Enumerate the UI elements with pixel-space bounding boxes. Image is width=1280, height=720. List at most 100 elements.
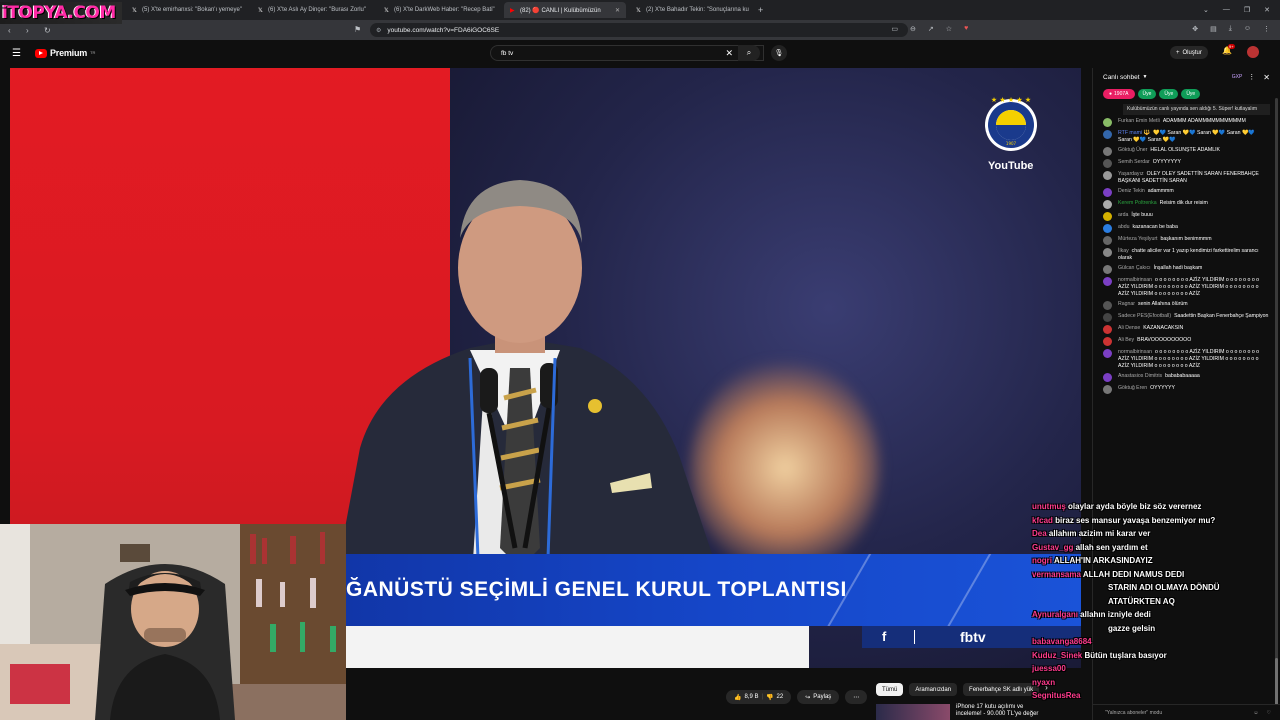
star-icon[interactable]: ☆ [946, 25, 952, 33]
chat-message[interactable]: Anastasios Dimitris babababaaaaa [1103, 372, 1270, 382]
member-badge[interactable]: Üye [1137, 89, 1157, 99]
install-icon[interactable]: ▭ [891, 25, 898, 33]
chat-author[interactable]: abdu [1118, 224, 1130, 230]
new-tab-icon[interactable]: + [758, 5, 763, 15]
avatar[interactable] [1103, 170, 1112, 180]
avatar[interactable] [1103, 312, 1112, 322]
chat-message[interactable]: Ragnar senin Allahına ölürüm [1103, 300, 1270, 310]
back-icon[interactable]: ‹ [8, 26, 18, 35]
tab-2[interactable]: 𝕏 (6) X'te Aslı Ay Dinçer: "Burası Zorlu" [252, 2, 374, 18]
chat-message[interactable]: Deniz Tekin adammmm [1103, 187, 1270, 197]
hamburger-menu-icon[interactable]: ☰ [12, 48, 21, 59]
forward-icon[interactable]: › [26, 26, 36, 35]
avatar[interactable] [1103, 336, 1112, 346]
account-avatar[interactable] [1247, 46, 1259, 58]
avatar[interactable] [1103, 146, 1112, 156]
chat-author[interactable]: RTF mami 🔱 [1118, 130, 1150, 136]
recommended-video[interactable]: iPhone 17 kutu açılımı ve inceleme! - 90… [876, 704, 1038, 720]
member-badge[interactable]: Üye [1159, 89, 1179, 99]
reload-icon[interactable]: ↻ [44, 26, 54, 35]
chat-message[interactable]: normalbirinsan o o o o o o o o AZİZ YILDI… [1103, 348, 1270, 370]
avatar[interactable] [1103, 199, 1112, 209]
chat-author[interactable]: Semih Serdar [1118, 159, 1150, 165]
chat-scrollbar-thumb[interactable] [1275, 658, 1278, 708]
chat-scrollbar[interactable] [1275, 98, 1278, 708]
chat-author[interactable]: Mürteza Yeşilyurt [1118, 236, 1158, 242]
download-icon[interactable]: ⤓ [1229, 25, 1232, 33]
minimize-icon[interactable]: — [1223, 6, 1230, 14]
chat-author[interactable]: normalbirinsan [1118, 349, 1152, 355]
chat-author[interactable]: Ali Dense [1118, 325, 1140, 331]
chat-author[interactable]: Ragnar [1118, 301, 1135, 307]
chip-all[interactable]: Tümü [876, 683, 904, 696]
zoom-icon[interactable]: ⊖ [910, 25, 916, 33]
share-icon[interactable]: ↗ [928, 25, 934, 33]
avatar[interactable] [1103, 276, 1112, 286]
chat-author[interactable]: Furkan Emin Metli [1118, 118, 1160, 124]
recommended-thumbnail[interactable] [876, 704, 950, 720]
clear-search-icon[interactable]: ✕ [725, 48, 733, 59]
avatar[interactable] [1103, 372, 1112, 382]
chat-message[interactable]: Furkan Emin Metli ADAMMM ADAMMMMMMMMMMM [1103, 117, 1270, 127]
chat-message[interactable]: Yaşardayız OLEY OLEY SADETTİN SARAN FENER… [1103, 170, 1270, 185]
tab-5[interactable]: 𝕏 (2) X'te Bahadır Tekin: "Sonuçlarına ku [630, 2, 752, 18]
chat-message[interactable]: Gülcan Çakıcı İnşallah hadi başkam [1103, 264, 1270, 274]
search-input[interactable]: fb tv ✕ [490, 45, 764, 61]
avatar[interactable] [1103, 235, 1112, 245]
chat-menu-icon[interactable]: ⋮ [1248, 73, 1255, 81]
chat-message[interactable]: normalbirinsan o o o o o o o o AZİZ YILDI… [1103, 276, 1270, 298]
chat-message[interactable]: RTF mami 🔱 💛💙 Saran 💛💙 Saran 💛💙 Saran 💛💙 … [1103, 129, 1270, 144]
chat-author[interactable]: Göktuğ Üner [1118, 147, 1147, 153]
youtube-logo[interactable]: Premium TR [34, 48, 95, 58]
chat-author[interactable]: İlkay [1118, 248, 1129, 254]
chat-message[interactable]: Mürteza Yeşilyurt başkanım benimmmm [1103, 235, 1270, 245]
tab-4-active[interactable]: ▶ (82) 🔴 CANLI | Kulübümüzün ✕ [504, 2, 626, 18]
avatar[interactable] [1103, 223, 1112, 233]
bookmark-icon[interactable]: ⚑ [354, 25, 361, 34]
avatar[interactable] [1103, 129, 1112, 139]
heart-icon[interactable]: ♡ [1267, 710, 1271, 716]
chat-author[interactable]: Gülcan Çakıcı [1118, 265, 1151, 271]
avatar[interactable] [1103, 300, 1112, 310]
like-count[interactable]: 8,9 B [744, 694, 758, 700]
voice-search-button[interactable]: 🎙 [771, 45, 787, 61]
chat-message[interactable]: Ali Dense KAZANACAKSIN [1103, 324, 1270, 334]
extension-icon[interactable]: ♥ [964, 25, 968, 33]
tab-1[interactable]: 𝕏 (5) X'te emirhanxsi: "Bokan'ı yemeye" [126, 2, 248, 18]
gxp-badge[interactable]: GXP [1232, 74, 1243, 80]
pinned-user-badge[interactable]: ● 1907A [1103, 89, 1135, 99]
sidebar-icon[interactable]: ▤ [1210, 25, 1217, 33]
avatar[interactable] [1103, 187, 1112, 197]
create-button[interactable]: + Oluştur [1170, 46, 1208, 59]
browser-menu-icon[interactable]: ⋮ [1263, 25, 1270, 33]
chat-message[interactable]: Ali Bey BRAVOOOOOOOOOO [1103, 336, 1270, 346]
chevron-down-icon[interactable]: ▼ [1143, 74, 1148, 80]
chat-message[interactable]: Göktuğ Üner HELAL OLSUNŞTE ADAMLIK [1103, 146, 1270, 156]
chat-author[interactable]: Deniz Tekin [1118, 188, 1145, 194]
chat-author[interactable]: Göktuğ Eren [1118, 385, 1147, 391]
chat-message[interactable]: Semih Serdar OYYYYYYY [1103, 158, 1270, 168]
chat-message[interactable]: abdu kazanacan be baba [1103, 223, 1270, 233]
close-chat-icon[interactable]: ✕ [1263, 73, 1270, 82]
avatar[interactable] [1103, 117, 1112, 127]
avatar[interactable] [1103, 211, 1112, 221]
avatar[interactable] [1103, 324, 1112, 334]
chat-message[interactable]: Sadece PES(Efootball) Saadettin Başkan Fe… [1103, 312, 1270, 322]
chat-message[interactable]: Göktuğ Eren OYYYYYY [1103, 384, 1270, 394]
close-window-icon[interactable]: ✕ [1264, 6, 1270, 14]
avatar[interactable] [1103, 384, 1112, 394]
chat-title[interactable]: Canlı sohbet [1103, 74, 1140, 81]
url-input[interactable]: ⚙ youtube.com/watch?v=FDA6iGOC6SE [370, 23, 908, 37]
close-tab-icon[interactable]: ✕ [615, 7, 620, 14]
chat-author[interactable]: normalbirinsan [1118, 277, 1152, 283]
chip-channel[interactable]: Fenerbahçe SK adlı yük [963, 683, 1040, 696]
avatar[interactable] [1103, 158, 1112, 168]
chat-author[interactable]: Sadece PES(Efootball) [1118, 313, 1171, 319]
chat-message[interactable]: İlkay chatte aliciler var 1 yazıp kendimi… [1103, 247, 1270, 262]
profile-icon[interactable]: ☺ [1244, 25, 1251, 33]
chat-author[interactable]: arda [1118, 212, 1128, 218]
chat-author[interactable]: Ali Bey [1118, 337, 1134, 343]
avatar[interactable] [1103, 264, 1112, 274]
chat-message[interactable]: arda İşte buuu [1103, 211, 1270, 221]
thumbs-down-icon[interactable]: 👎 [766, 694, 773, 701]
